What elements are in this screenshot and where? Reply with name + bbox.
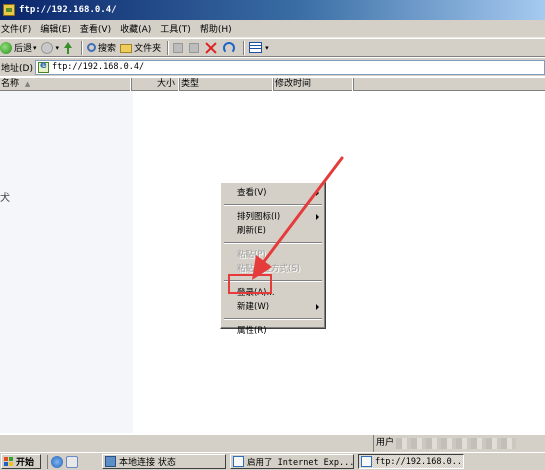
copy-to-button[interactable] — [189, 40, 201, 56]
address-value[interactable]: ftp://192.168.0.4/ — [52, 62, 144, 72]
sort-ascending-icon: ▲ — [24, 80, 31, 88]
taskbar-button-label: 本地连接 状态 — [119, 458, 176, 468]
window-title: ftp://192.168.0.4/ — [19, 5, 117, 15]
menu-file[interactable]: 文件(F) — [0, 22, 39, 35]
copy-to-icon — [189, 42, 200, 53]
search-icon — [87, 43, 97, 52]
left-panel-text: 犬 — [0, 193, 10, 204]
folder-up-icon — [63, 41, 73, 54]
ie-page-icon — [37, 60, 49, 73]
column-size[interactable]: 大小 — [132, 78, 180, 91]
menu-item-arrange-label: 排列图标(I) — [237, 212, 281, 222]
move-to-icon — [173, 42, 184, 53]
menu-view[interactable]: 查看(V) — [79, 22, 119, 35]
ftp-folder-icon — [361, 456, 372, 467]
menu-item-view-label: 查看(V) — [237, 188, 267, 198]
menu-tools[interactable]: 工具(T) — [159, 22, 199, 35]
forward-arrow-icon — [40, 41, 53, 54]
column-modified[interactable]: 修改时间 — [274, 78, 354, 91]
menu-item-arrange-icons[interactable]: 排列图标(I) — [223, 210, 323, 224]
taskbar-button-ie-security[interactable]: 启用了 Internet Exp... — [230, 454, 354, 469]
network-connection-icon — [105, 456, 116, 467]
menu-help[interactable]: 帮助(H) — [199, 22, 240, 35]
column-header: 名称 ▲ 大小 类型 修改时间 — [0, 77, 545, 91]
address-bar: 地址(D) ftp://192.168.0.4/ — [0, 58, 545, 76]
search-label: 搜索 — [98, 44, 117, 54]
views-icon — [249, 42, 263, 53]
toolbar: 后退 ▾ ▾ 搜索 文件夹 ▾ — [0, 38, 545, 57]
windows-logo-icon — [4, 456, 14, 467]
address-input[interactable]: ftp://192.168.0.4/ — [34, 59, 545, 75]
menu-item-paste: 粘贴(P) — [237, 250, 266, 260]
folder-icon — [120, 44, 133, 53]
views-dropdown-icon[interactable]: ▾ — [265, 44, 269, 52]
address-label: 地址(D) — [1, 63, 33, 74]
internet-explorer-icon[interactable] — [51, 455, 63, 468]
menu-edit[interactable]: 编辑(E) — [39, 22, 79, 35]
start-button[interactable]: 开始 — [1, 454, 41, 469]
toolbar-separator — [167, 40, 170, 55]
menu-separator — [224, 204, 322, 206]
submenu-arrow-icon — [316, 304, 319, 310]
undo-button[interactable] — [223, 40, 237, 56]
submenu-arrow-icon — [316, 190, 319, 196]
back-button[interactable]: 后退 ▾ — [0, 40, 37, 56]
back-arrow-icon — [0, 41, 12, 54]
delete-x-icon — [205, 42, 217, 54]
show-desktop-icon[interactable] — [66, 455, 78, 468]
toolbar-separator — [243, 40, 246, 55]
status-user-label: 用户 — [373, 435, 394, 452]
folders-label: 文件夹 — [134, 44, 162, 54]
taskbar-button-label: ftp://192.168.0... — [375, 456, 464, 467]
status-bar: 用户 — [0, 434, 545, 452]
toolbar-separator — [81, 40, 84, 55]
taskbar-button-label: 启用了 Internet Exp... — [247, 457, 354, 468]
back-label: 后退 — [14, 44, 33, 54]
up-button[interactable] — [63, 40, 75, 56]
move-to-button[interactable] — [173, 40, 185, 56]
views-button[interactable]: ▾ — [249, 40, 269, 56]
menu-separator — [224, 242, 322, 244]
menu-separator — [224, 318, 322, 320]
menu-item-new[interactable]: 新建(W) — [223, 300, 323, 314]
back-dropdown-icon[interactable]: ▾ — [33, 44, 37, 52]
folders-button[interactable]: 文件夹 — [120, 40, 161, 56]
quick-launch — [47, 454, 81, 469]
menu-bar: 文件(F) 编辑(E) 查看(V) 收藏(A) 工具(T) 帮助(H) — [0, 20, 545, 38]
menu-item-refresh[interactable]: 刷新(E) — [223, 224, 323, 238]
left-panel: 犬 — [0, 91, 133, 433]
ftp-folder-icon — [3, 4, 15, 16]
search-button[interactable]: 搜索 — [87, 40, 116, 56]
column-name[interactable]: 名称 ▲ — [0, 78, 132, 91]
forward-dropdown-icon[interactable]: ▾ — [56, 44, 60, 52]
delete-button[interactable] — [205, 40, 219, 56]
column-type[interactable]: 类型 — [180, 78, 274, 91]
context-menu: 查看(V) 排列图标(I) 刷新(E) 粘贴(P) 粘贴快捷方式(S) 登录(A… — [220, 182, 326, 336]
menu-item-new-label: 新建(W) — [237, 302, 270, 312]
status-blurred-region — [396, 438, 516, 449]
column-name-label: 名称 — [1, 79, 20, 89]
taskbar-button-network-status[interactable]: 本地连接 状态 — [102, 454, 226, 469]
annotation-highlight-box — [228, 274, 272, 294]
ie-document-icon — [233, 456, 244, 467]
menu-item-properties[interactable]: 属性(R) — [223, 324, 323, 338]
submenu-arrow-icon — [316, 214, 319, 220]
menu-item-view[interactable]: 查看(V) — [223, 186, 323, 200]
taskbar-button-ftp[interactable]: ftp://192.168.0... — [358, 454, 464, 469]
forward-button[interactable]: ▾ — [40, 40, 60, 56]
undo-icon — [223, 41, 236, 54]
start-label: 开始 — [16, 458, 35, 468]
title-bar[interactable]: ftp://192.168.0.4/ — [0, 0, 545, 20]
menu-favorites[interactable]: 收藏(A) — [119, 22, 159, 35]
